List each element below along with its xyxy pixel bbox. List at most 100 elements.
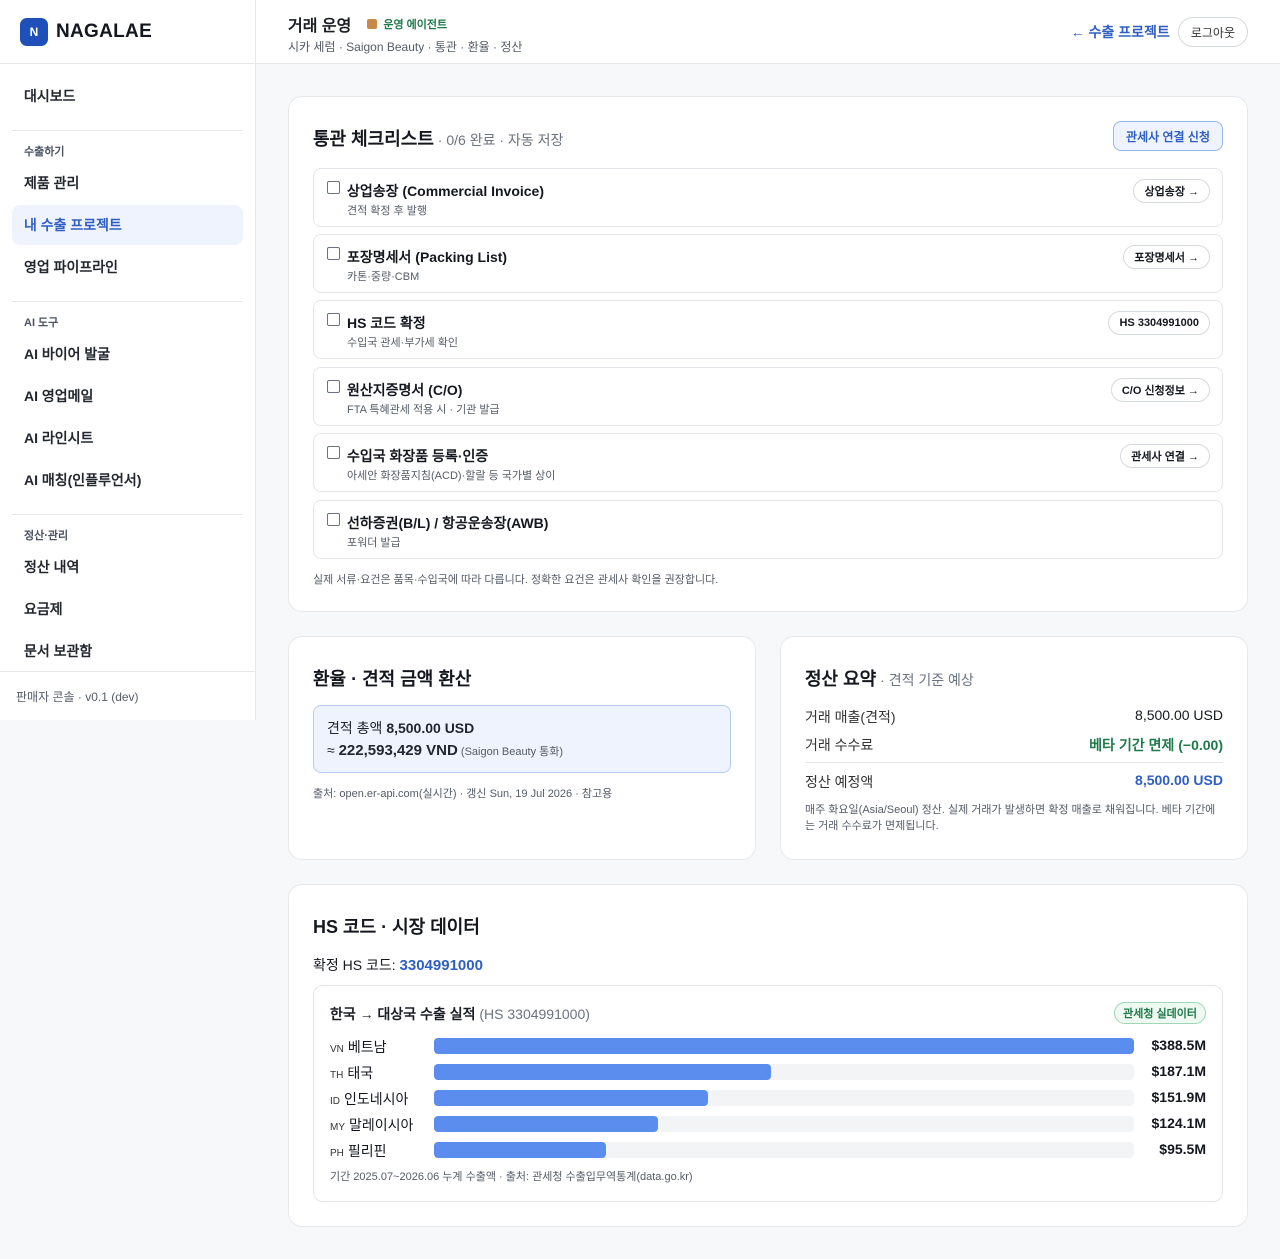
settlement-row-value: 8,500.00 USD — [1135, 707, 1223, 723]
header-actions: ← 수출 프로젝트 로그아웃 — [1071, 17, 1248, 47]
bar-value-label: $187.1M — [1151, 1063, 1206, 1079]
checklist-item: 선하증권(B/L) / 항공운송장(AWB) 포워더 발급 — [313, 500, 1223, 559]
settlement-summary-card: 정산 요약 · 견적 기준 예상 거래 매출(견적) 8,500.00 USD … — [780, 636, 1248, 860]
checklist-title-text: 통관 체크리스트 — [313, 129, 434, 149]
export-chart-footnote: 기간 2025.07~2026.06 누계 수출액 · 출처: 관세청 수출입무… — [330, 1171, 693, 1183]
bar-label: MY 말레이시아 — [330, 1115, 413, 1135]
fx-conversion-box: 견적 총액 8,500.00 USD ≈ 222,593,429 VND (Sa… — [313, 705, 731, 773]
settlement-row-label: 거래 수수료 — [805, 737, 874, 753]
country-code: TH — [330, 1070, 344, 1081]
co-request-button[interactable]: C/O 신청정보 → — [1110, 378, 1210, 402]
sidebar-item-ai-email[interactable]: AI 영업메일 — [12, 376, 243, 416]
hs-code-value: 3304991000 — [399, 957, 483, 974]
country-code: PH — [330, 1148, 344, 1159]
checklist-item-title: 선하증권(B/L) / 항공운송장(AWB) — [347, 515, 549, 531]
bar — [434, 1116, 658, 1132]
checklist-title: 통관 체크리스트 · 0/6 완료 · 자동 저장 — [313, 125, 563, 151]
exchange-title: 환율 · 견적 금액 환산 — [313, 669, 472, 689]
connect-broker-button[interactable]: 관세사 연결 → — [1120, 444, 1210, 468]
checklist-item-desc: 견적 확정 후 발행 — [347, 205, 428, 217]
customs-checklist-card: 통관 체크리스트 · 0/6 완료 · 자동 저장 관세사 연결 신청 상업송장… — [288, 96, 1248, 612]
country-code: VN — [330, 1044, 344, 1055]
settlement-row: 거래 매출(견적) 8,500.00 USD — [805, 707, 1223, 727]
sidebar-item-settlements[interactable]: 정산 내역 — [12, 547, 243, 587]
country-name: 태국 — [347, 1065, 374, 1081]
quote-total-label: 견적 총액 — [327, 720, 387, 736]
bar-track — [434, 1142, 1134, 1158]
bar — [434, 1142, 607, 1158]
sidebar-item-documents[interactable]: 문서 보관함 — [12, 631, 243, 671]
checklist-item: 수입국 화장품 등록·인증 아세안 화장품지침(ACD)·할랄 등 국가별 상이… — [313, 433, 1223, 492]
page-header: 거래 운영 운영 에이전트 시카 세럼 · Saigon Beauty · 통관… — [256, 0, 1280, 64]
country-name: 필리핀 — [347, 1143, 387, 1159]
checklist-item-title: HS 코드 확정 — [347, 315, 426, 331]
converted-value: 222,593,429 VND — [338, 742, 458, 759]
checklist-item-desc: 수입국 관세·부가세 확인 — [347, 337, 458, 349]
sidebar-item-ai-matching[interactable]: AI 매칭(인플루언서) — [12, 460, 243, 500]
sidebar-footer: 판매자 콘솔 · v0.1 (dev) — [0, 671, 255, 720]
sidebar-item-dashboard[interactable]: 대시보드 — [12, 76, 243, 116]
settlement-divider — [805, 762, 1223, 763]
sidebar-item-export-projects[interactable]: 내 수출 프로젝트 — [12, 205, 243, 245]
checklist-checkbox[interactable] — [327, 247, 340, 260]
page-subtitle: 시카 세럼 · Saigon Beauty · 통관 · 환율 · 정산 — [288, 40, 523, 54]
checklist-item-title: 원산지증명서 (C/O) — [347, 382, 463, 398]
packing-list-button[interactable]: 포장명세서 → — [1123, 245, 1210, 269]
checklist-checkbox[interactable] — [327, 313, 340, 326]
back-to-projects-link[interactable]: ← 수출 프로젝트 — [1071, 22, 1170, 42]
page-title-text: 거래 운영 — [288, 18, 352, 35]
nav-section-ai-tools: AI 도구 — [24, 317, 59, 329]
checklist-note: 실제 서류·요건은 품목·수입국에 따라 다릅니다. 정확한 요건은 관세사 확… — [313, 574, 719, 586]
commercial-invoice-button[interactable]: 상업송장 → — [1133, 179, 1210, 203]
bar — [434, 1038, 1134, 1054]
settlement-row-label: 거래 매출(견적) — [805, 709, 896, 725]
sidebar-item-products[interactable]: 제품 관리 — [12, 163, 243, 203]
brand[interactable]: N NAGALAE — [0, 0, 255, 64]
approx-sign: ≈ — [327, 742, 339, 758]
bar-value-label: $124.1M — [1151, 1115, 1206, 1131]
country-name: 인도네시아 — [344, 1091, 409, 1107]
sidebar: N NAGALAE 대시보드 수출하기 제품 관리 내 수출 프로젝트 영업 파… — [0, 0, 256, 720]
bar-track — [434, 1038, 1134, 1054]
checklist-checkbox[interactable] — [327, 446, 340, 459]
checklist-checkbox[interactable] — [327, 380, 340, 393]
sidebar-item-pricing[interactable]: 요금제 — [12, 589, 243, 629]
checklist-item: 원산지증명서 (C/O) FTA 특혜관세 적용 시 · 기관 발급 C/O 신… — [313, 367, 1223, 426]
bar-value-label: $388.5M — [1151, 1037, 1206, 1053]
bar-row: MY 말레이시아 $124.1M — [330, 1114, 1206, 1134]
bar-track — [434, 1116, 1134, 1132]
bar — [434, 1064, 772, 1080]
checklist-item-desc: 포워더 발급 — [347, 537, 401, 549]
sidebar-item-ai-linesheet[interactable]: AI 라인시트 — [12, 418, 243, 458]
nav-section-export: 수출하기 — [24, 146, 65, 158]
converted-note: (Saigon Beauty 통화) — [457, 746, 564, 758]
checklist-checkbox[interactable] — [327, 181, 340, 194]
checklist-item-title: 포장명세서 (Packing List) — [347, 249, 508, 265]
export-chart-title: 한국 → 대상국 수출 실적 (HS 3304991000) — [330, 1004, 590, 1024]
checklist-item-desc: 아세안 화장품지침(ACD)·할랄 등 국가별 상이 — [347, 470, 556, 482]
agent-badge: 운영 에이전트 — [367, 16, 447, 32]
settlement-total-value: 8,500.00 USD — [1135, 772, 1223, 788]
nav-section-settlement: 정산·관리 — [24, 530, 69, 542]
checklist-checkbox[interactable] — [327, 513, 340, 526]
sidebar-item-ai-buyer[interactable]: AI 바이어 발굴 — [12, 334, 243, 374]
live-data-badge: 관세청 실데이터 — [1114, 1002, 1206, 1024]
bar-value-label: $151.9M — [1151, 1089, 1206, 1105]
bar-track — [434, 1090, 1134, 1106]
sidebar-item-sales-pipeline[interactable]: 영업 파이프라인 — [12, 247, 243, 287]
bar-row: ID 인도네시아 $151.9M — [330, 1088, 1206, 1108]
bar-label: ID 인도네시아 — [330, 1089, 408, 1109]
hs-code-button[interactable]: HS 3304991000 — [1108, 311, 1210, 335]
logout-button[interactable]: 로그아웃 — [1177, 17, 1248, 47]
checklist-item-desc: FTA 특혜관세 적용 시 · 기관 발급 — [347, 404, 500, 416]
checklist-progress: · 0/6 완료 · 자동 저장 — [433, 132, 564, 148]
exchange-source: 출처: open.er-api.com(실시간) · 갱신 Sun, 19 Ju… — [313, 788, 613, 800]
export-chart-title-code: (HS 3304991000) — [475, 1006, 590, 1022]
checklist-item-title: 상업송장 (Commercial Invoice) — [347, 183, 545, 199]
confirmed-hs-code: 확정 HS 코드: 3304991000 — [313, 955, 483, 975]
bar-label: VN 베트남 — [330, 1037, 387, 1057]
export-chart-box: 한국 → 대상국 수출 실적 (HS 3304991000) 관세청 실데이터 … — [313, 985, 1223, 1202]
nav-divider — [12, 301, 243, 302]
request-broker-button[interactable]: 관세사 연결 신청 — [1113, 121, 1223, 151]
quote-total: 견적 총액 8,500.00 USD — [327, 718, 474, 738]
